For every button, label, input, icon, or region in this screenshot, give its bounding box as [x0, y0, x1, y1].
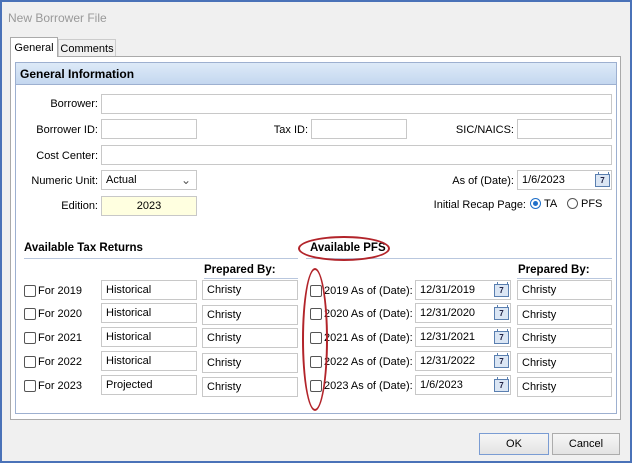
tax-prepared-by-header: Prepared By:: [204, 264, 276, 276]
tax-return-checkbox-2023[interactable]: [24, 380, 36, 392]
tax-return-year-label: For 2021: [38, 332, 83, 344]
tax-return-checkbox-2022[interactable]: [24, 356, 36, 368]
sic-naics-input[interactable]: [517, 119, 612, 139]
borrower-input[interactable]: [101, 94, 612, 114]
calendar-icon[interactable]: 7: [494, 329, 509, 344]
annotation-oval-pfs-checkboxes: [302, 268, 328, 411]
pfs-preparer-input[interactable]: Christy: [517, 280, 612, 300]
tax-return-preparer-input[interactable]: Christy: [202, 353, 298, 373]
tax-return-checkbox-2019[interactable]: [24, 285, 36, 297]
tax-return-type-input[interactable]: Historical: [101, 280, 197, 300]
ok-button[interactable]: OK: [479, 433, 549, 455]
numeric-unit-label: Numeric Unit:: [31, 175, 98, 187]
tax-return-year-label: For 2023: [38, 380, 83, 392]
pfs-prepared-by-header: Prepared By:: [518, 264, 590, 276]
tax-id-label: Tax ID:: [273, 124, 308, 136]
tax-return-checkbox-2020[interactable]: [24, 308, 36, 320]
tax-return-preparer-input[interactable]: Christy: [202, 280, 298, 300]
pfs-year-label: 2022 As of (Date):: [324, 356, 413, 368]
pfs-year-label: 2023 As of (Date):: [324, 380, 413, 392]
tax-return-preparer-input[interactable]: Christy: [202, 305, 298, 325]
pfs-preparer-input[interactable]: Christy: [517, 353, 612, 373]
tab-general[interactable]: General: [10, 37, 58, 57]
pfs-year-label: 2019 As of (Date):: [324, 285, 413, 297]
tab-comments[interactable]: Comments: [58, 39, 116, 57]
pfs-preparer-input[interactable]: Christy: [517, 328, 612, 348]
recap-page-label: Initial Recap Page:: [433, 199, 526, 211]
divider: [24, 258, 298, 259]
borrower-id-input[interactable]: [101, 119, 197, 139]
as-of-date-label: As of (Date):: [452, 175, 514, 187]
calendar-icon[interactable]: 7: [494, 305, 509, 320]
pfs-year-label: 2020 As of (Date):: [324, 308, 413, 320]
tax-returns-title: Available Tax Returns: [24, 242, 143, 254]
as-of-date-value: 1/6/2023: [522, 174, 565, 186]
calendar-icon[interactable]: 7: [494, 282, 509, 297]
pfs-preparer-input[interactable]: Christy: [517, 305, 612, 325]
sic-naics-label: SIC/NAICS:: [455, 124, 514, 136]
window-title: New Borrower File: [8, 11, 107, 25]
tax-return-preparer-input[interactable]: Christy: [202, 328, 298, 348]
calendar-icon[interactable]: 7: [595, 172, 610, 187]
edition-input[interactable]: 2023: [101, 196, 197, 216]
tax-return-year-label: For 2019: [38, 285, 83, 297]
recap-ta-label: TA: [544, 198, 558, 210]
edition-label: Edition:: [61, 200, 98, 212]
numeric-unit-value: Actual: [106, 174, 137, 186]
borrower-label: Borrower:: [50, 98, 98, 110]
chevron-down-icon: ⌄: [180, 173, 191, 187]
calendar-icon[interactable]: 7: [494, 353, 509, 368]
divider: [204, 278, 298, 279]
recap-pfs-label: PFS: [581, 198, 603, 210]
recap-ta-radio[interactable]: [530, 198, 541, 209]
cost-center-input[interactable]: [101, 145, 612, 165]
cost-center-label: Cost Center:: [36, 150, 98, 162]
pfs-year-label: 2021 As of (Date):: [324, 332, 413, 344]
tax-return-year-label: For 2022: [38, 356, 83, 368]
tax-return-type-input[interactable]: Projected: [101, 375, 197, 395]
pfs-preparer-input[interactable]: Christy: [517, 377, 612, 397]
calendar-icon[interactable]: 7: [494, 377, 509, 392]
section-header: General Information: [16, 63, 616, 85]
cancel-button[interactable]: Cancel: [552, 433, 620, 455]
annotation-oval-pfs-title: [298, 236, 390, 261]
tax-return-type-input[interactable]: Historical: [101, 327, 197, 347]
tax-return-type-input[interactable]: Historical: [101, 303, 197, 323]
recap-pfs-radio[interactable]: [567, 198, 578, 209]
numeric-unit-select[interactable]: Actual ⌄: [101, 170, 197, 190]
tax-return-preparer-input[interactable]: Christy: [202, 377, 298, 397]
tax-return-year-label: For 2020: [38, 308, 83, 320]
tax-return-type-input[interactable]: Historical: [101, 351, 197, 371]
borrower-id-label: Borrower ID:: [36, 124, 98, 136]
tax-return-checkbox-2021[interactable]: [24, 332, 36, 344]
tax-id-input[interactable]: [311, 119, 407, 139]
divider: [517, 278, 612, 279]
